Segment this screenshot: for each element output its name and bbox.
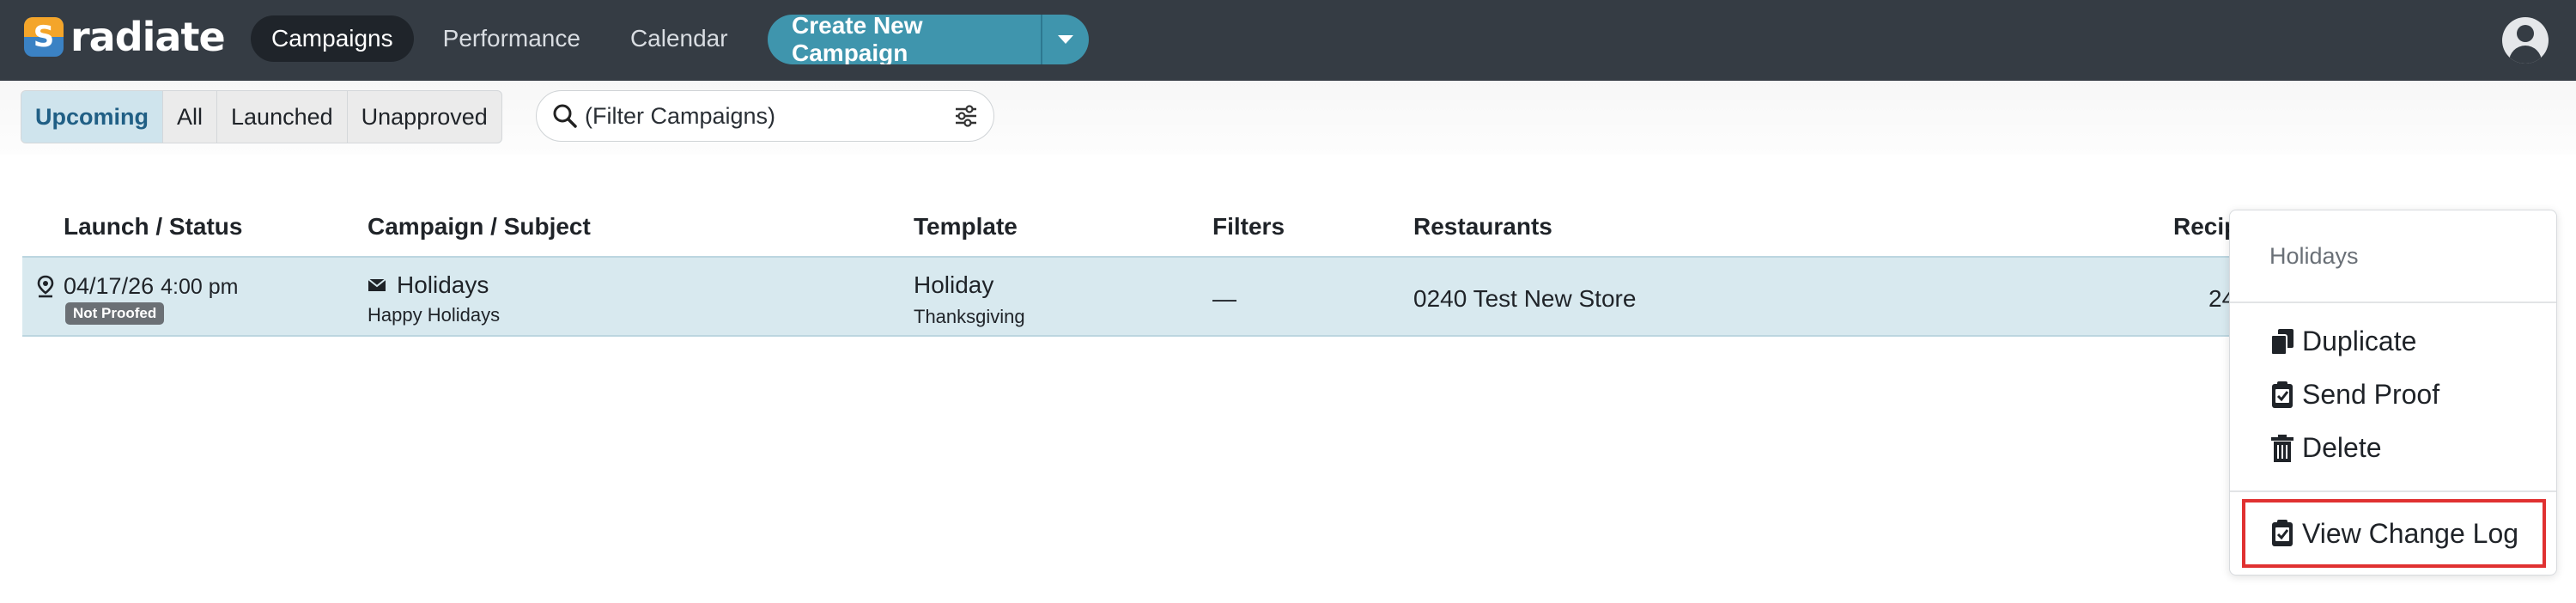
campaign-subject: Happy Holidays	[368, 304, 501, 326]
search-icon	[553, 104, 577, 128]
table-row[interactable]: 04/17/26 4:00 pm Not Proofed Holidays Hap…	[22, 256, 2555, 337]
template-name: Holiday	[914, 271, 994, 298]
nav-campaigns[interactable]: Campaigns	[251, 15, 414, 62]
app-logo[interactable]: S radiate	[24, 14, 226, 60]
trash-icon	[2271, 434, 2293, 462]
menu-item-duplicate[interactable]: Duplicate	[2269, 326, 2416, 357]
launch-date-value: 04/17/26	[64, 273, 155, 299]
menu-item-label: View Change Log	[2302, 517, 2519, 549]
menu-item-label: Delete	[2302, 432, 2382, 463]
top-navigation-bar: S radiate Campaigns Performance Calendar…	[0, 0, 2576, 81]
campaign-actions-menu: Holidays Duplicate Send Proof Delete Vie…	[2229, 210, 2557, 576]
campaign-name[interactable]: Holidays	[397, 271, 489, 299]
create-new-campaign-button[interactable]: Create New Campaign	[768, 15, 1089, 64]
status-filter-tabs: Upcoming All Launched Unapproved	[21, 90, 502, 143]
campaign-search-field[interactable]: (Filter Campaigns)	[536, 90, 994, 142]
tab-upcoming[interactable]: Upcoming	[21, 91, 163, 143]
search-input[interactable]: (Filter Campaigns)	[585, 103, 954, 130]
create-campaign-dropdown-icon[interactable]	[1041, 15, 1089, 64]
user-avatar-icon[interactable]	[2502, 17, 2549, 64]
column-header-template[interactable]: Template	[914, 213, 1018, 241]
logo-text: radiate	[70, 14, 226, 60]
duplicate-icon	[2270, 328, 2293, 356]
nav-performance[interactable]: Performance	[422, 15, 601, 62]
filter-bar: Upcoming All Launched Unapproved (Filter…	[0, 81, 2576, 155]
filters-value: —	[1212, 285, 1236, 312]
launch-time: 4:00 pm	[161, 275, 239, 299]
create-new-campaign-label[interactable]: Create New Campaign	[768, 15, 1041, 64]
column-header-filters[interactable]: Filters	[1212, 213, 1285, 241]
template-subtitle: Thanksgiving	[914, 306, 1025, 327]
tab-unapproved[interactable]: Unapproved	[348, 91, 501, 143]
filter-sliders-icon[interactable]	[954, 104, 978, 128]
tab-launched[interactable]: Launched	[217, 91, 348, 143]
check-clipboard-icon	[2272, 520, 2293, 546]
menu-divider	[2230, 302, 2556, 303]
nav-calendar[interactable]: Calendar	[610, 15, 749, 62]
menu-item-view-change-log[interactable]: View Change Log	[2242, 499, 2546, 568]
location-pin-icon	[37, 275, 54, 298]
table-header: Launch / Status Campaign / Subject Templ…	[22, 204, 2555, 256]
logo-icon: S	[24, 17, 64, 57]
launch-date: 04/17/26 4:00 pm	[64, 273, 238, 300]
email-icon	[368, 278, 386, 291]
menu-divider	[2230, 490, 2556, 492]
menu-item-label: Send Proof	[2302, 379, 2440, 410]
restaurants-value: 0240 Test New Store	[1413, 285, 1637, 312]
check-clipboard-icon	[2272, 381, 2293, 408]
column-header-launch-status[interactable]: Launch / Status	[64, 213, 242, 241]
status-badge: Not Proofed	[65, 302, 165, 325]
column-header-campaign-subject[interactable]: Campaign / Subject	[368, 213, 591, 241]
main-nav: Campaigns Performance Calendar	[251, 15, 757, 62]
menu-item-label: Duplicate	[2302, 326, 2417, 356]
column-header-restaurants[interactable]: Restaurants	[1413, 213, 1552, 241]
menu-title: Holidays	[2269, 243, 2359, 269]
menu-item-send-proof[interactable]: Send Proof	[2269, 379, 2439, 411]
tab-all[interactable]: All	[163, 91, 218, 143]
menu-item-delete[interactable]: Delete	[2269, 432, 2382, 464]
